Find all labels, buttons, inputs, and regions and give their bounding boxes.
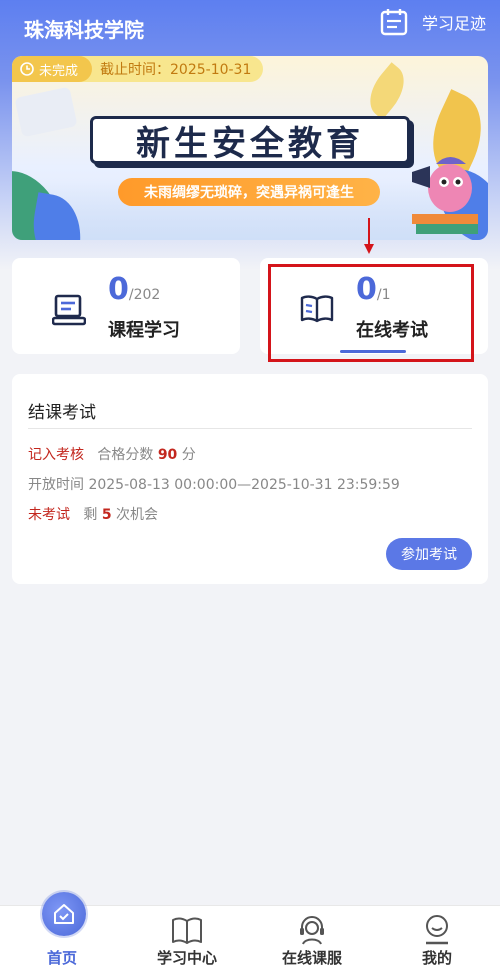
tab-service-label: 在线课服 [281, 949, 342, 967]
record-label: 记入考核 [28, 447, 84, 463]
leaf-decoration [14, 86, 78, 138]
remain-suffix: 次机会 [116, 507, 159, 523]
remain-count: 5 [101, 507, 112, 523]
home-icon [54, 904, 74, 924]
home-icon-circle [42, 892, 86, 936]
red-arrow-indicator [364, 218, 374, 254]
pass-unit: 分 [181, 447, 196, 463]
banner-slogan: 未雨绸缪无琐碎，突遇异祸可逢生 [118, 178, 380, 206]
tab-study-label: 学习中心 [156, 949, 217, 967]
exam-status: 未考试 [28, 507, 70, 523]
tab-home-label: 首页 [46, 949, 77, 967]
clock-icon [20, 62, 34, 76]
book-icon [172, 917, 202, 944]
course-count-value: 0 [108, 272, 129, 307]
final-exam-card: 结课考试 记入考核 合格分数 90 分 开放时间 2025-08-13 00:0… [12, 374, 488, 584]
mascot-illustration [412, 157, 478, 234]
remain-prefix: 剩 [83, 507, 98, 523]
course-study-label: 课程学习 [108, 320, 180, 341]
join-exam-button[interactable]: 参加考试 [386, 538, 472, 570]
learning-footprint-button[interactable]: 学习足迹 [380, 8, 486, 36]
app-header: 珠海科技学院 学习足迹 [0, 0, 500, 54]
divider [28, 428, 472, 429]
pass-score: 90 [157, 447, 178, 463]
open-time: 开放时间 2025-08-13 00:00:00—2025-10-31 23:5… [28, 477, 400, 493]
tab-online-service[interactable]: 在线课服 [262, 906, 362, 972]
headset-icon [300, 916, 324, 945]
status-text: 未完成 [39, 63, 79, 79]
footprint-label: 学习足迹 [421, 14, 486, 33]
deadline-text: 截止时间：2025-10-31 [76, 56, 264, 82]
course-count: 0/202 [108, 272, 160, 307]
exam-status-row: 未考试 剩 5 次机会 [28, 504, 158, 524]
banner-title: 新生安全教育 [90, 116, 410, 164]
status-pill: 未完成 截止时间：2025-10-31 [12, 56, 264, 82]
tab-home[interactable]: 首页 [12, 892, 112, 972]
tab-study-center[interactable]: 学习中心 [137, 906, 237, 972]
highlight-box [268, 264, 474, 362]
profile-icon [426, 915, 448, 945]
course-study-card[interactable]: 0/202 课程学习 [12, 258, 240, 354]
calendar-icon [380, 9, 408, 36]
leaf-decoration [359, 62, 415, 120]
status-badge: 未完成 [12, 56, 93, 82]
tab-mine-label: 我的 [421, 949, 452, 967]
tab-mine[interactable]: 我的 [387, 906, 487, 972]
course-total: /202 [128, 287, 161, 303]
bottom-tab-bar: 首页 学习中心 在线课服 我的 [0, 892, 500, 972]
exam-title: 结课考试 [28, 403, 96, 423]
pass-prefix: 合格分数 [97, 447, 154, 463]
app-title: 珠海科技学院 [24, 18, 144, 42]
course-banner[interactable]: 未完成 截止时间：2025-10-31 新生安全教育 未雨绸缪无琐碎，突遇异祸可… [12, 56, 488, 240]
monitor-icon [52, 294, 86, 326]
exam-score-row: 记入考核 合格分数 90 分 [28, 444, 196, 464]
